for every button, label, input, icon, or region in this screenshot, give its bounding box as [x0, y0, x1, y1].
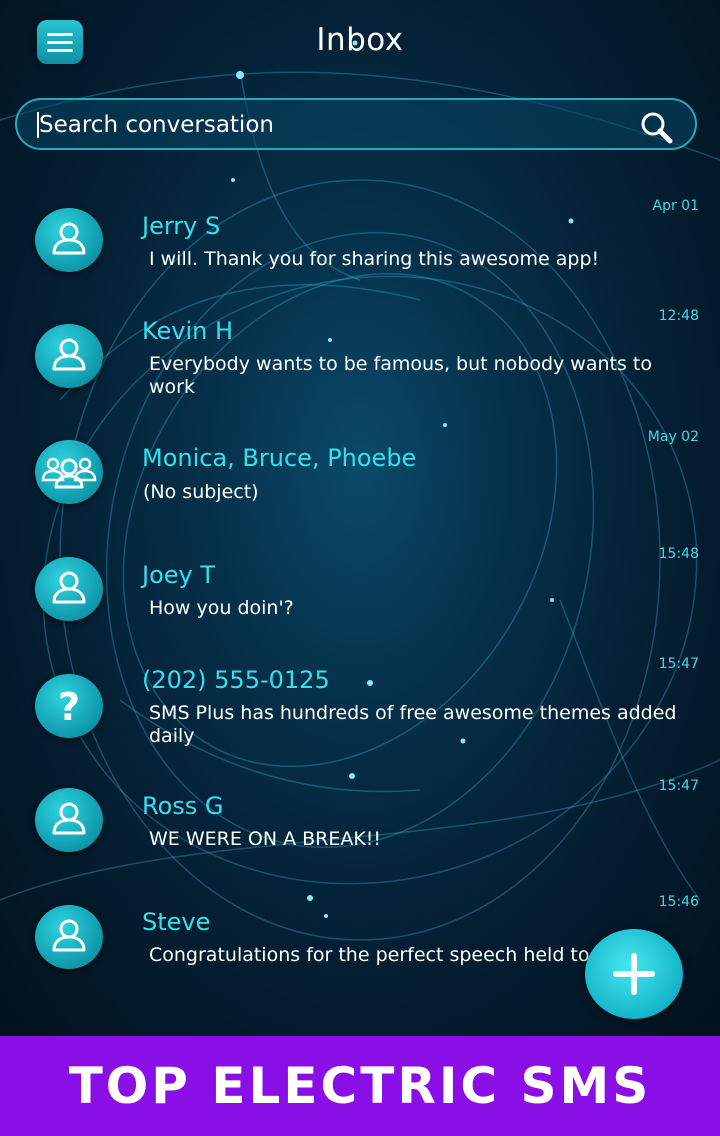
question-mark-icon: ?: [58, 685, 80, 729]
search-icon[interactable]: [639, 110, 673, 144]
avatar[interactable]: [35, 440, 103, 504]
new-message-button[interactable]: [585, 929, 683, 1019]
avatar[interactable]: [35, 557, 103, 621]
avatar[interactable]: ?: [35, 674, 103, 738]
promo-banner: TOP ELECTRIC SMS: [0, 1036, 720, 1136]
timestamp: 15:47: [658, 656, 699, 672]
timestamp: 15:47: [658, 778, 699, 794]
group-icon: [41, 457, 97, 489]
search-bar[interactable]: [15, 98, 697, 150]
page-title: Inbox: [316, 22, 404, 58]
contact-name: Ross G: [142, 792, 224, 820]
person-icon: [52, 222, 86, 255]
conversation-item[interactable]: Apr 01 Jerry S I will. Thank you for sha…: [0, 190, 720, 290]
message-preview: Everybody wants to be famous, but nobody…: [149, 353, 652, 398]
conversation-item[interactable]: 12:48 Kevin H Everybody wants to be famo…: [0, 300, 720, 410]
message-preview: SMS Plus has hundreds of free awesome th…: [149, 702, 677, 747]
conversation-item[interactable]: 15:48 Joey T How you doin'?: [0, 540, 720, 640]
message-preview: How you doin'?: [149, 597, 294, 619]
conversation-item[interactable]: May 02 Monica, Bruce, Phoebe (No subject…: [0, 420, 720, 530]
search-input[interactable]: [37, 100, 641, 150]
timestamp: May 02: [647, 429, 699, 445]
timestamp: Apr 01: [652, 198, 699, 214]
contact-name: Steve: [142, 908, 211, 936]
conversation-item[interactable]: 15:47 Ross G WE WERE ON A BREAK!!: [0, 770, 720, 870]
avatar[interactable]: [35, 905, 103, 969]
conversation-item[interactable]: ? 15:47 (202) 555-0125 SMS Plus has hund…: [0, 650, 720, 760]
contact-name: Monica, Bruce, Phoebe: [142, 444, 417, 472]
message-preview: WE WERE ON A BREAK!!: [149, 828, 382, 850]
svg-text:?: ?: [58, 685, 80, 729]
contact-name: Jerry S: [142, 212, 221, 240]
message-preview: Congratulations for the perfect speech h…: [149, 944, 613, 966]
plus-icon: [613, 953, 655, 995]
avatar[interactable]: [35, 324, 103, 388]
contact-name: (202) 555-0125: [142, 666, 330, 694]
avatar[interactable]: [35, 208, 103, 272]
timestamp: 15:46: [658, 894, 699, 910]
contact-name: Kevin H: [142, 317, 234, 345]
text-cursor: [37, 112, 39, 138]
person-icon: [52, 338, 86, 371]
message-preview: (No subject): [143, 481, 259, 503]
timestamp: 15:48: [658, 546, 699, 562]
timestamp: 12:48: [658, 308, 699, 324]
person-icon: [52, 919, 86, 952]
avatar[interactable]: [35, 788, 103, 852]
message-preview: I will. Thank you for sharing this aweso…: [149, 248, 600, 270]
person-icon: [52, 802, 86, 835]
person-icon: [52, 571, 86, 604]
contact-name: Joey T: [142, 561, 216, 589]
banner-text: TOP ELECTRIC SMS: [68, 1057, 652, 1115]
